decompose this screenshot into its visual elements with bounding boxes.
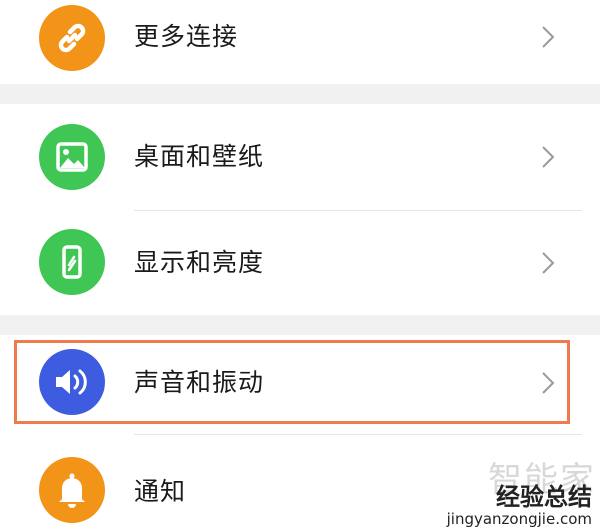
settings-item-desktop-wallpaper[interactable]: 桌面和壁纸 — [0, 104, 600, 210]
watermark-title: 经验总结 — [496, 483, 592, 511]
section-separator — [0, 315, 600, 335]
section-separator — [0, 84, 600, 104]
watermark: 经验总结 jingyanzongjie.com — [447, 483, 592, 528]
settings-item-more-connections[interactable]: 更多连接 — [0, 0, 600, 84]
chevron-right-icon — [542, 252, 555, 274]
chevron-right-icon — [542, 26, 555, 48]
watermark-url: jingyanzongjie.com — [446, 510, 592, 528]
settings-item-label: 桌面和壁纸 — [134, 142, 265, 171]
image-icon — [39, 124, 105, 190]
link-icon — [39, 5, 105, 71]
highlight-box — [14, 340, 570, 424]
chevron-right-icon — [542, 146, 555, 168]
settings-item-label: 通知 — [134, 477, 187, 506]
settings-item-label: 更多连接 — [134, 22, 239, 51]
phone-brightness-icon — [39, 229, 105, 295]
settings-item-display-brightness[interactable]: 显示和亮度 — [0, 211, 600, 315]
bell-icon — [39, 457, 105, 523]
settings-item-label: 显示和亮度 — [134, 248, 265, 277]
